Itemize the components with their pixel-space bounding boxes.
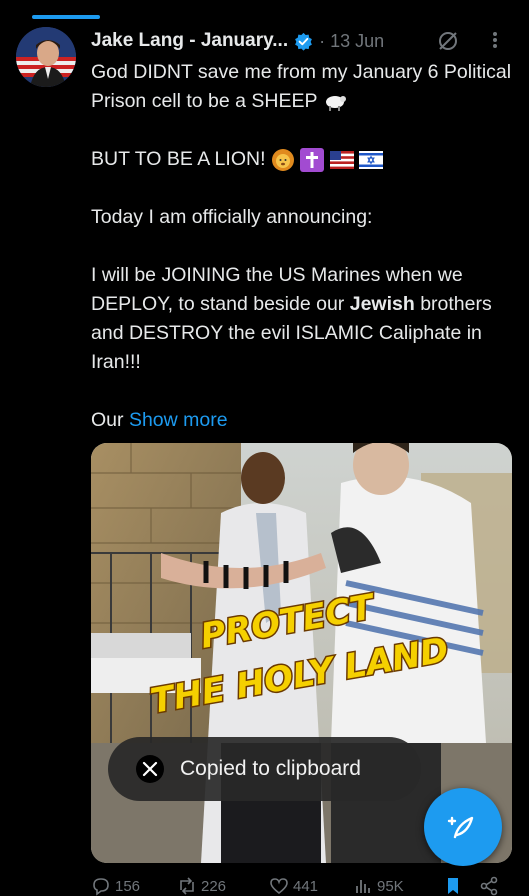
copied-toast: Copied to clipboard — [108, 737, 421, 801]
repost-icon — [180, 877, 194, 895]
post-date: · 13 Jun — [319, 30, 385, 51]
bookmark-icon — [448, 878, 458, 894]
tweet-text: God DIDNT save me from my January 6 Poli… — [91, 58, 516, 464]
tweet-actions-bar: 156 226 441 95K — [91, 876, 511, 896]
author-name[interactable]: Jake Lang - January... — [91, 30, 288, 52]
author-avatar[interactable] — [16, 27, 76, 87]
israel-flag-emoji-icon — [359, 150, 384, 169]
sheep-emoji-icon — [325, 95, 346, 111]
active-tab-indicator — [32, 15, 100, 19]
views-count: 95K — [377, 877, 404, 895]
heart-icon — [270, 878, 288, 895]
like-action[interactable]: 441 — [269, 876, 318, 896]
x-logo-icon — [136, 755, 164, 783]
like-count: 441 — [293, 877, 319, 895]
tweet-paragraph-3: Today I am officially announcing: — [91, 206, 373, 228]
share-action[interactable] — [479, 876, 503, 896]
toast-message: Copied to clipboard — [180, 757, 361, 780]
reply-count: 156 — [115, 877, 141, 895]
latin-cross-emoji-icon — [300, 147, 325, 172]
repost-count: 226 — [201, 877, 227, 895]
verified-badge-icon — [295, 32, 313, 51]
share-icon — [480, 876, 498, 896]
tweet-paragraph-2: BUT TO BE A LION! — [91, 145, 516, 174]
reply-icon — [93, 878, 109, 896]
us-flag-emoji-icon — [329, 150, 354, 169]
lion-emoji-icon — [271, 148, 294, 171]
show-more-link[interactable]: Show more — [129, 409, 228, 431]
grok-icon[interactable] — [437, 30, 459, 52]
tweet-paragraph-1: God DIDNT save me from my January 6 Poli… — [91, 61, 512, 112]
tweet-paragraph-4: I will be JOINING the US Marines when we… — [91, 264, 492, 373]
bookmark-action[interactable] — [443, 876, 467, 896]
compose-post-icon — [447, 816, 474, 839]
bold-word: Jewish — [349, 293, 415, 315]
repost-action[interactable]: 226 — [177, 876, 226, 896]
tweet-paragraph-5: Our Show more — [91, 409, 228, 431]
views-icon — [356, 880, 370, 893]
reply-action[interactable]: 156 — [91, 876, 140, 896]
views-action[interactable]: 95K — [353, 876, 404, 896]
more-options-icon[interactable] — [492, 30, 498, 54]
compose-post-button[interactable] — [424, 788, 502, 866]
